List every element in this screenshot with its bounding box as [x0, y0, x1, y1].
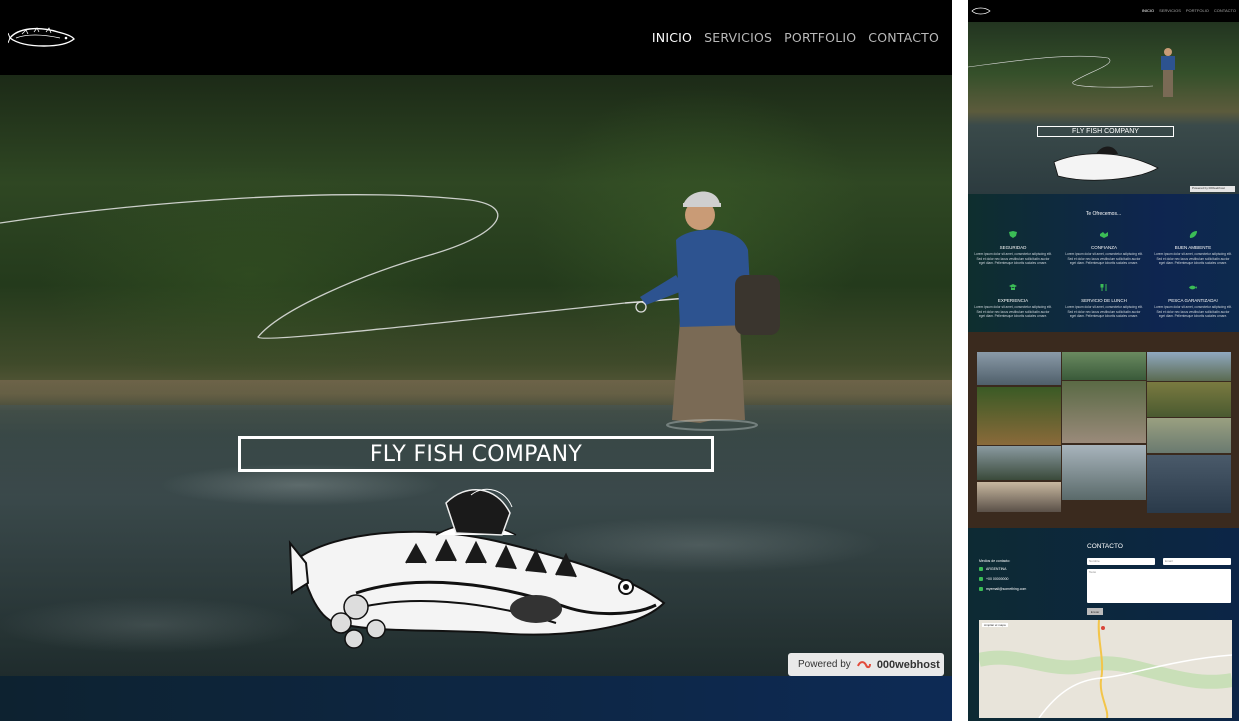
- map-roads: [979, 620, 1232, 718]
- fish-icon: [1189, 285, 1197, 290]
- contact-email: myemail@something.com: [986, 587, 1027, 591]
- portfolio-photo[interactable]: [1147, 382, 1231, 417]
- nav-item-servicios[interactable]: SERVICIOS: [704, 30, 772, 45]
- message-field[interactable]: Texto: [1087, 569, 1231, 603]
- name-field[interactable]: Nombre: [1087, 558, 1155, 565]
- email-field[interactable]: Email: [1163, 558, 1231, 565]
- main-viewport: INICIO SERVICIOS PORTFOLIO CONTACTO FLY …: [0, 0, 952, 721]
- contact-country-row: ARGENTINA: [979, 567, 1006, 571]
- portfolio-photo[interactable]: [977, 446, 1061, 480]
- contact-phone-row: +00 00000000: [979, 577, 1008, 581]
- preview-powered-badge[interactable]: Powered by 000webhost: [1190, 186, 1235, 192]
- service-item: SEGURIDAD Lorem ipsum dolor sit amet, co…: [973, 225, 1053, 266]
- service-desc: Lorem ipsum dolor sit amet, consectetur …: [974, 252, 1052, 266]
- contact-email-row: myemail@something.com: [979, 587, 1026, 591]
- preview-hero: FLY FISH COMPANY Powered by 000webhost: [968, 22, 1239, 194]
- trout-emblem-icon: [288, 488, 666, 649]
- portfolio-photo[interactable]: [1062, 381, 1146, 443]
- portfolio-photo[interactable]: [1147, 352, 1231, 381]
- service-item: CONFIANZA Lorem ipsum dolor sit amet, co…: [1064, 225, 1144, 266]
- service-desc: Lorem ipsum dolor sit amet, consectetur …: [1065, 305, 1143, 319]
- portfolio-photo[interactable]: [977, 482, 1061, 512]
- powered-by-label: Powered by: [798, 659, 851, 670]
- main-menu: INICIO SERVICIOS PORTFOLIO CONTACTO: [652, 30, 939, 45]
- cutlery-icon: [1100, 284, 1107, 291]
- preview-nav-contacto[interactable]: CONTACTO: [1214, 8, 1236, 13]
- service-name: CONFIANZA: [1090, 245, 1117, 250]
- service-name: SERVICIO DE LUNCH: [1081, 298, 1127, 303]
- powered-by-brand: 000webhost: [876, 658, 940, 671]
- preview-hero-title-box: FLY FISH COMPANY: [1037, 126, 1174, 137]
- nav-item-contacto[interactable]: CONTACTO: [868, 30, 939, 45]
- service-name: BUEN AMBIENTE: [1174, 245, 1212, 250]
- service-item: BUEN AMBIENTE Lorem ipsum dolor sit amet…: [1153, 225, 1233, 266]
- hero-section: FLY FISH COMPANY: [0, 75, 952, 676]
- send-button[interactable]: Enviar: [1087, 608, 1103, 615]
- webhost-logo-icon: [856, 660, 871, 668]
- preview-trout-logo-icon: [971, 7, 991, 15]
- preview-menu: INICIO SERVICIOS PORTFOLIO CONTACTO: [1142, 8, 1236, 13]
- map-enlarge-link[interactable]: Ampliar el mapa: [982, 623, 1008, 627]
- service-item: SERVICIO DE LUNCH Lorem ipsum dolor sit …: [1064, 278, 1144, 319]
- handshake-icon: [1100, 232, 1108, 238]
- portfolio-photo[interactable]: [1147, 455, 1231, 513]
- preview-nav-servicios[interactable]: SERVICIOS: [1159, 8, 1181, 13]
- hero-title-box: FLY FISH COMPANY: [238, 436, 714, 472]
- hero-title: FLY FISH COMPANY: [369, 441, 583, 467]
- nav-item-portfolio[interactable]: PORTFOLIO: [784, 30, 856, 45]
- preview-nav-portfolio[interactable]: PORTFOLIO: [1186, 8, 1209, 13]
- angler-figure: [635, 191, 780, 423]
- contact-phone: +00 00000000: [986, 577, 1009, 581]
- preview-services-section: Te Ofrecemos... SEGURIDAD Lorem ipsum do…: [968, 194, 1239, 332]
- preview-hero-art: [968, 48, 1175, 181]
- envelope-icon: [979, 587, 983, 591]
- fly-line: [0, 194, 626, 339]
- services-heading: Te Ofrecemos...: [1085, 211, 1122, 217]
- leaf-icon: [1189, 231, 1197, 238]
- graduation-cap-icon: [1009, 284, 1017, 290]
- next-section-edge: [0, 676, 952, 721]
- shield-icon: [1009, 231, 1017, 238]
- service-name: SEGURIDAD: [999, 245, 1027, 250]
- preview-contact-section: CONTACTO Medios de contacto: ARGENTINA +…: [968, 528, 1239, 721]
- preview-navbar: INICIO SERVICIOS PORTFOLIO CONTACTO: [968, 0, 1239, 22]
- contact-label: Medios de contacto:: [979, 559, 1011, 563]
- service-desc: Lorem ipsum dolor sit amet, consectetur …: [1065, 252, 1143, 266]
- phone-icon: [979, 577, 983, 581]
- portfolio-photo[interactable]: [977, 387, 1061, 445]
- service-desc: Lorem ipsum dolor sit amet, consectetur …: [1154, 252, 1232, 266]
- full-page-preview: INICIO SERVICIOS PORTFOLIO CONTACTO FLY …: [968, 0, 1239, 721]
- service-desc: Lorem ipsum dolor sit amet, consectetur …: [974, 305, 1052, 319]
- service-desc: Lorem ipsum dolor sit amet, consectetur …: [1154, 305, 1232, 319]
- portfolio-photo[interactable]: [977, 352, 1061, 385]
- nav-item-inicio[interactable]: INICIO: [652, 30, 692, 45]
- preview-portfolio-section: [968, 332, 1239, 528]
- service-item: EXPERIENCIA Lorem ipsum dolor sit amet, …: [973, 278, 1053, 319]
- contact-country: ARGENTINA: [986, 567, 1007, 571]
- hero-photo-art: [0, 191, 780, 649]
- map-pin-icon: [979, 567, 983, 571]
- top-navbar: INICIO SERVICIOS PORTFOLIO CONTACTO: [0, 0, 952, 75]
- preview-hero-title: FLY FISH COMPANY: [1072, 128, 1139, 135]
- service-name: PESCA GARANTIZADA!: [1168, 298, 1218, 303]
- service-item: PESCA GARANTIZADA! Lorem ipsum dolor sit…: [1153, 278, 1233, 319]
- portfolio-photo[interactable]: [1147, 418, 1231, 453]
- location-map[interactable]: Ampliar el mapa: [979, 620, 1232, 718]
- portfolio-photo[interactable]: [1062, 445, 1146, 500]
- service-name: EXPERIENCIA: [997, 298, 1029, 303]
- preview-nav-inicio[interactable]: INICIO: [1142, 8, 1154, 13]
- powered-by-badge[interactable]: Powered by 000webhost: [788, 653, 944, 676]
- contact-title: CONTACTO: [1087, 543, 1123, 550]
- trout-logo-icon[interactable]: [8, 22, 76, 52]
- portfolio-photo[interactable]: [1062, 352, 1146, 380]
